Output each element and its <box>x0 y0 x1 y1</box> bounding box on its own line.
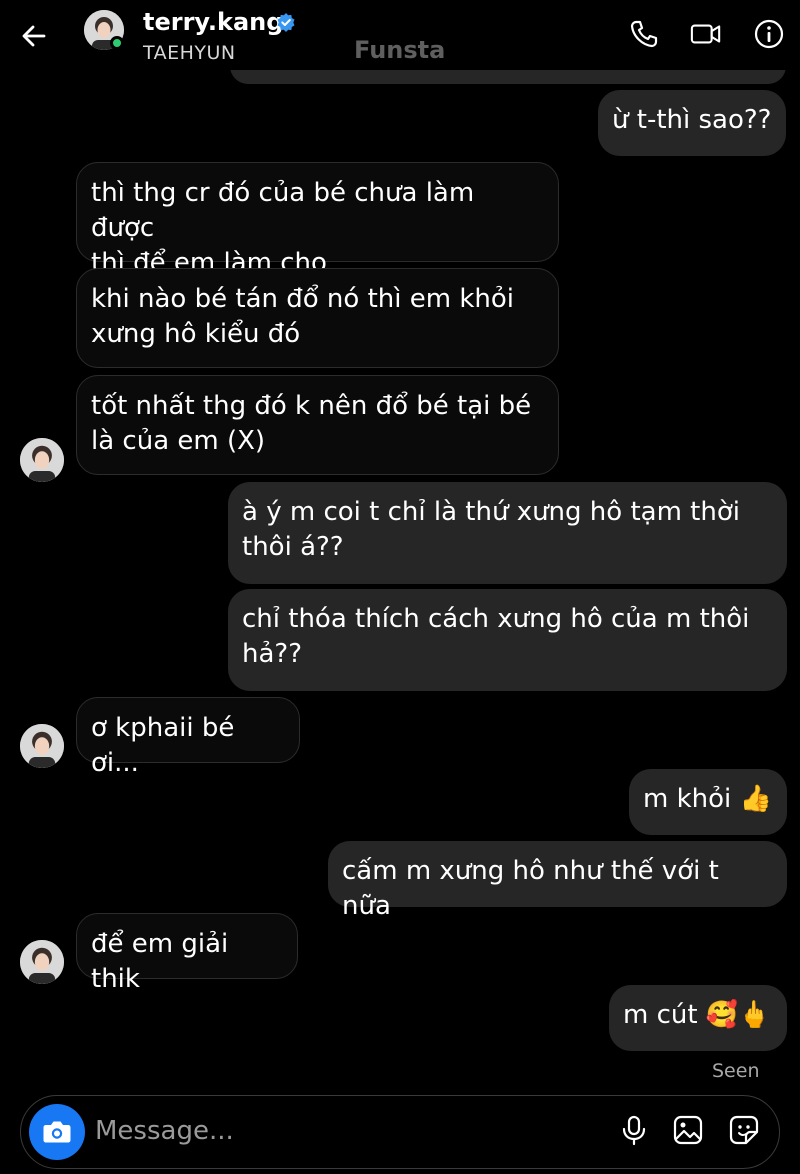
message-bubble-incoming[interactable]: tốt nhất thg đó k nên đổ bé tại bé là củ… <box>76 375 559 475</box>
message-bubble-outgoing[interactable]: m cút 🥰🖕 <box>609 985 787 1051</box>
online-status-dot <box>110 36 124 50</box>
message-composer: Message... <box>20 1095 780 1169</box>
avatar-photo-icon <box>20 724 64 768</box>
message-bubble-outgoing[interactable]: à ý m coi t chỉ là thứ xưng hô tạm thời … <box>228 482 787 584</box>
back-arrow-icon[interactable] <box>18 20 50 52</box>
message-bubble-outgoing[interactable]: ừ t-thì sao?? <box>598 90 786 156</box>
watermark-text: Funsta <box>354 36 446 64</box>
verified-badge-icon <box>277 13 295 32</box>
message-bubble-outgoing[interactable]: chỉ thóa thích cách xưng hô của m thôi h… <box>228 589 787 691</box>
username[interactable]: terry.kang <box>143 8 283 36</box>
info-icon[interactable] <box>753 18 785 50</box>
avatar[interactable] <box>20 940 64 984</box>
message-bubble-outgoing[interactable]: cấm m xưng hô như thế với t nữa <box>328 841 787 921</box>
message-input[interactable]: Message... <box>95 1116 234 1146</box>
avatar-photo-icon <box>20 438 64 482</box>
camera-button[interactable] <box>29 1104 85 1160</box>
message-bubble-incoming[interactable]: thì thg cr đó của bé chưa làm được thì đ… <box>76 162 559 278</box>
sticker-icon[interactable] <box>727 1113 761 1147</box>
message-bubble-incoming[interactable]: khi nào bé tán đổ nó thì em khỏi xưng hô… <box>76 268 559 368</box>
seen-status: Seen <box>712 1060 760 1082</box>
avatar[interactable] <box>20 724 64 768</box>
microphone-icon[interactable] <box>617 1113 651 1147</box>
phone-icon[interactable] <box>628 18 660 50</box>
video-camera-icon[interactable] <box>690 18 722 50</box>
avatar-photo-icon <box>20 940 64 984</box>
display-name: TAEHYUN <box>143 42 236 64</box>
message-bubble-incoming[interactable]: ơ kphaii bé ơi... <box>76 697 300 778</box>
gallery-icon[interactable] <box>671 1113 705 1147</box>
camera-icon <box>43 1121 71 1143</box>
message-bubble-incoming[interactable]: để em giải thik <box>76 913 298 994</box>
avatar[interactable] <box>20 438 64 482</box>
message-bubble-outgoing[interactable]: m khỏi 👍 <box>629 769 787 835</box>
